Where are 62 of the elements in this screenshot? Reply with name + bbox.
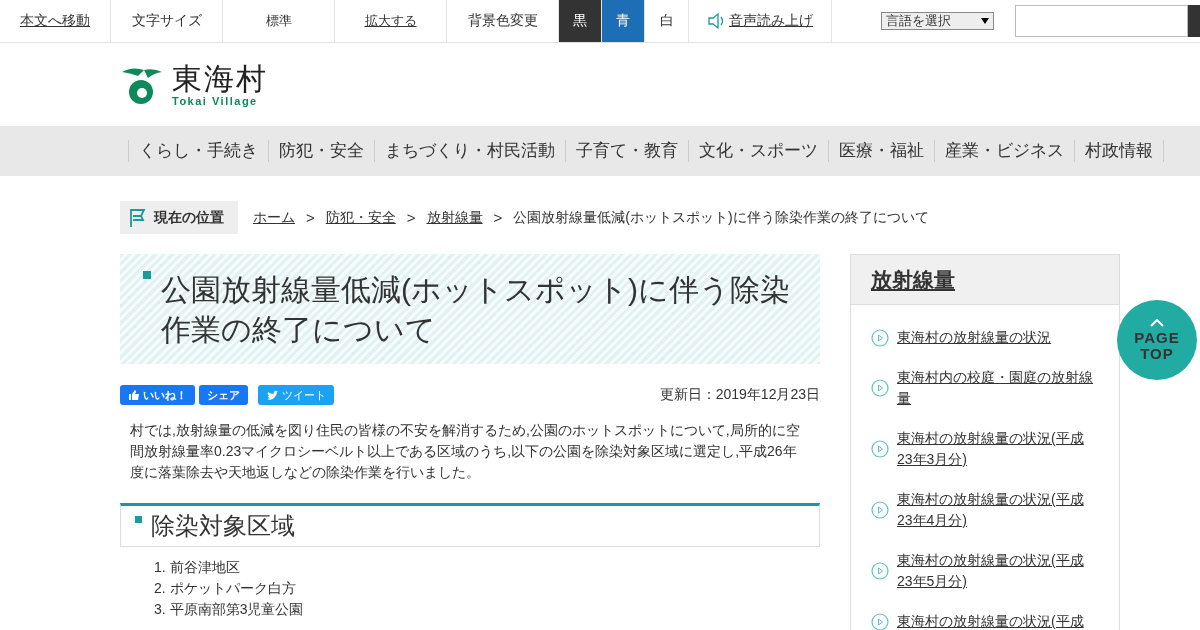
sidebar-link[interactable]: 東海村の放射線量の状況 (897, 327, 1097, 348)
page-top-button[interactable]: PAGE TOP (1117, 300, 1197, 380)
list-item: 前谷津地区 (169, 558, 240, 577)
language-select[interactable]: 言語を選択 (881, 12, 994, 30)
like-button[interactable]: いいね！ (120, 385, 195, 405)
search-field[interactable] (1015, 5, 1188, 37)
nav-item[interactable]: くらし・手続き (128, 140, 268, 162)
sidebar-link[interactable]: 東海村の放射線量の状況(平成23年4月分) (897, 489, 1097, 531)
list-number: 2. (154, 579, 166, 598)
site-subtitle: Tokai Village (172, 95, 259, 107)
font-size-button[interactable]: 標準 (265, 12, 292, 30)
square-icon (135, 516, 142, 523)
play-circle-icon (871, 562, 889, 580)
intro-paragraph: 村では,放射線量の低減を図り住民の皆様の不安を解消するため,公園のホットスポットについて,局所的に空間放射線量率0.23マイクロシーベルト以上である区域のうち,以下の公園を除染対象区域に選定し,平成26年度に落葉除去や天地返しなどの除染作業を行いました。 (130, 421, 801, 482)
breadcrumb-link[interactable]: 放射線量 (426, 208, 483, 227)
list-number: 3. (154, 600, 166, 619)
page-title: 公園放射線量低減(ホットスポット)に伴う除染作業の終了について (161, 272, 791, 348)
sidebar-link[interactable]: 東海村内の校庭・園庭の放射線量 (897, 367, 1097, 409)
play-circle-icon (871, 501, 889, 519)
nav-item[interactable]: 文化・スポーツ (688, 140, 828, 162)
breadcrumb-link[interactable]: 防犯・安全 (325, 208, 396, 227)
dropdown-arrow-icon (981, 18, 989, 24)
thumbs-up-icon (128, 389, 140, 401)
read-aloud-link[interactable]: 音声読み上げ (729, 12, 813, 30)
color-button[interactable]: 青 (602, 0, 645, 42)
location-label: 現在の位置 (154, 208, 224, 227)
nav-item[interactable]: 村政情報 (1074, 140, 1164, 162)
sidebar-link[interactable]: 東海村の放射線量の状況(平成23年5月分) (897, 550, 1097, 592)
nav-item[interactable]: まちづくり・村民活動 (374, 140, 565, 162)
sidebar-heading-link[interactable]: 放射線量 (871, 265, 955, 294)
speaker-icon (707, 12, 725, 30)
nav-item[interactable]: 子育て・教育 (565, 140, 688, 162)
breadcrumb-separator: > (306, 209, 315, 226)
square-icon (143, 271, 151, 279)
play-circle-icon (871, 379, 889, 397)
share-button[interactable]: シェア (199, 385, 248, 405)
sidebar-link[interactable]: 東海村の放射線量の状況(平成 (897, 611, 1097, 630)
nav-item[interactable]: 医療・福祉 (828, 140, 934, 162)
play-circle-icon (871, 328, 889, 347)
skip-link[interactable]: 本文へ移動 (20, 12, 90, 30)
list-number: 1. (154, 558, 166, 577)
bird-icon (266, 389, 279, 401)
nav-item[interactable]: 産業・ビジネス (934, 140, 1074, 162)
section-heading: 除染対象区域 (151, 511, 295, 541)
font-size-button[interactable]: 拡大する (364, 12, 417, 30)
color-button[interactable]: 黒 (559, 0, 602, 42)
site-title: 東海村 (172, 63, 268, 95)
caret-up-icon (1150, 318, 1164, 328)
nav-item[interactable]: 防犯・安全 (268, 140, 374, 162)
sidebar-link[interactable]: 東海村の放射線量の状況(平成23年3月分) (897, 428, 1097, 470)
flag-icon (128, 207, 146, 228)
breadcrumb-separator: > (406, 209, 416, 226)
background-color-label: 背景色変更 (467, 12, 538, 30)
update-date: 更新日：2019年12月23日 (659, 386, 820, 404)
list-item: 平原南部第3児童公園 (169, 600, 304, 619)
breadcrumb-current: 公園放射線量低減(ホットスポット)に伴う除染作業の終了について (513, 208, 929, 227)
breadcrumb-separator: > (493, 209, 503, 226)
play-circle-icon (871, 440, 889, 458)
font-size-label: 文字サイズ (131, 12, 202, 30)
breadcrumb-link[interactable]: ホーム (253, 208, 295, 227)
search-button[interactable] (1188, 5, 1200, 37)
list-item: ポケットパーク白方 (169, 579, 296, 598)
